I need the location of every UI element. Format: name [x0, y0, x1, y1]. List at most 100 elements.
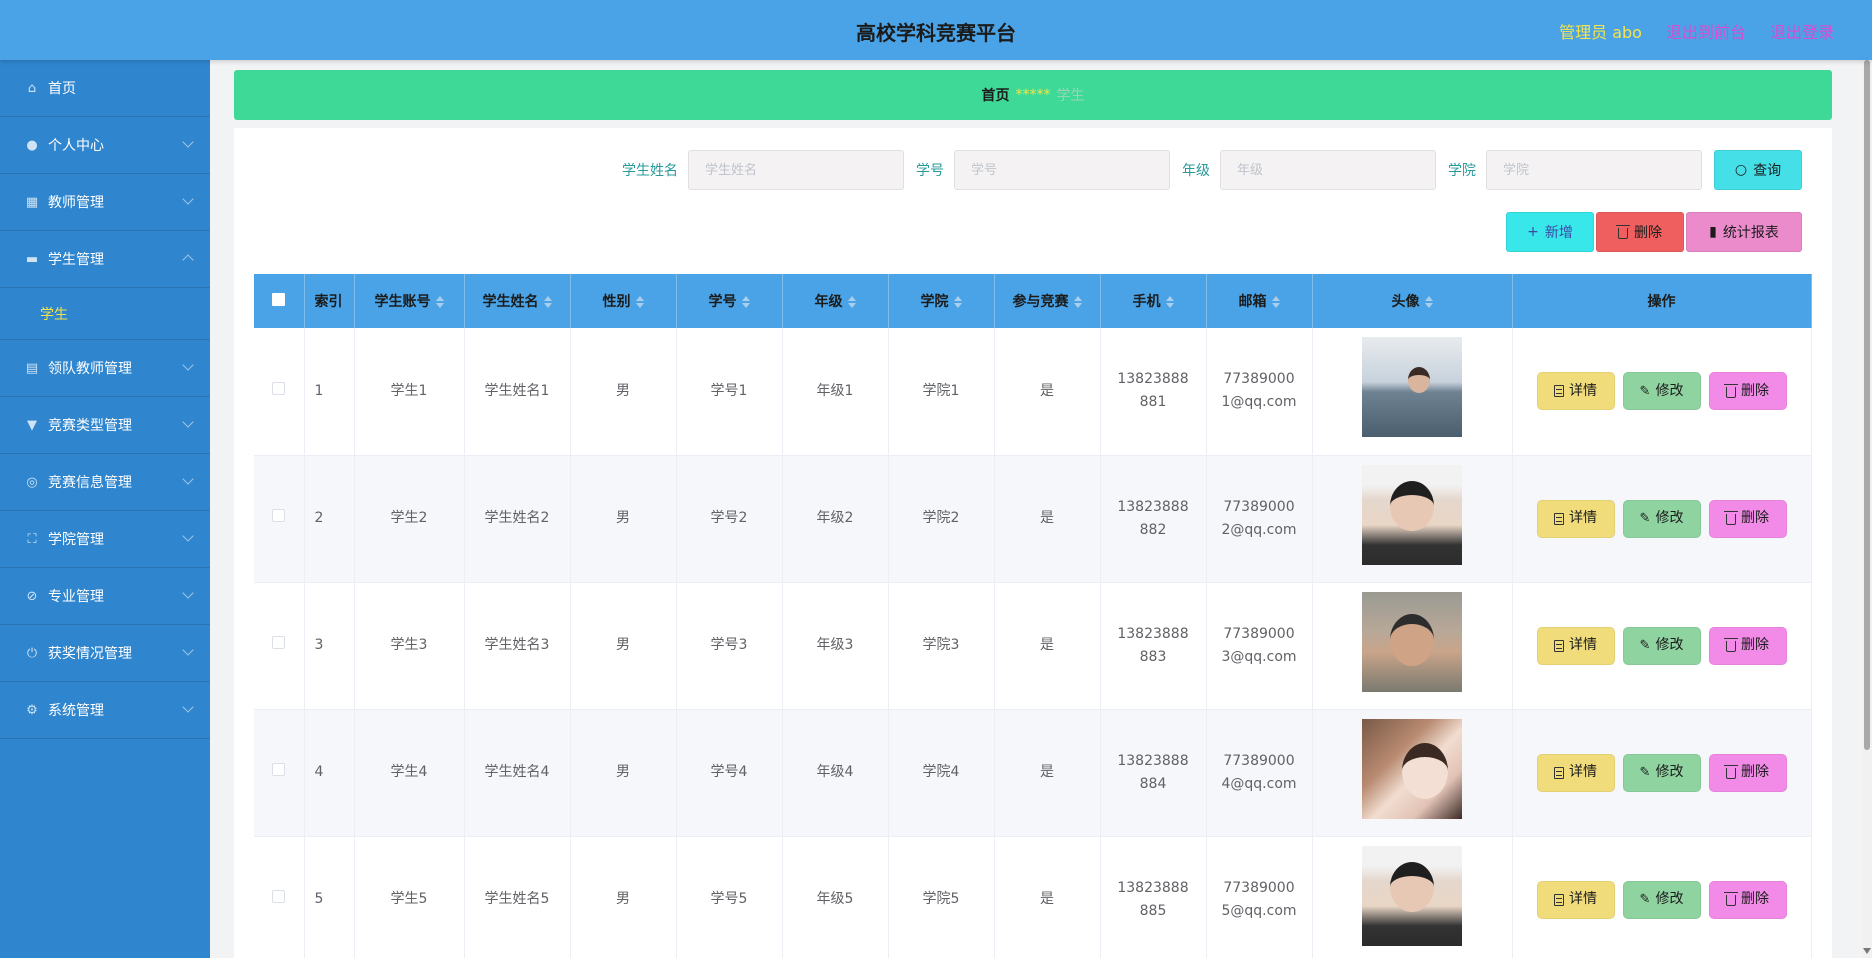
- edit-button[interactable]: ✎ 修改: [1622, 753, 1701, 792]
- cell-number: 学号4: [676, 709, 783, 837]
- sidebar-item-system[interactable]: ⚙ 系统管理: [0, 682, 210, 739]
- sidebar-item-competition-info[interactable]: ◎ 竞赛信息管理: [0, 454, 210, 511]
- sort-icon[interactable]: [635, 296, 644, 308]
- scroll-down-arrow-icon[interactable]: [1863, 948, 1871, 954]
- column-header-label: 性别: [602, 294, 631, 310]
- column-header-name[interactable]: 学生姓名: [464, 274, 571, 328]
- document-icon: [1554, 385, 1564, 398]
- sidebar-item-profile[interactable]: ● 个人中心: [0, 117, 210, 174]
- detail-button[interactable]: 详情: [1536, 372, 1615, 411]
- column-header-label: 学院: [920, 294, 949, 310]
- cell-name: 学生姓名1: [464, 328, 571, 456]
- column-header-phone[interactable]: 手机: [1100, 274, 1207, 328]
- breadcrumb: 首页 ***** 学生: [234, 70, 1832, 120]
- edit-button-label: 修改: [1655, 637, 1684, 653]
- cell-college: 学院2: [888, 455, 995, 583]
- batch-delete-button[interactable]: 删除: [1596, 212, 1684, 252]
- column-header-joined[interactable]: 参与竞赛: [994, 274, 1101, 328]
- column-header-label: 手机: [1132, 294, 1161, 310]
- sidebar-item-label: 首页: [48, 81, 76, 97]
- cell-grade: 年级2: [782, 455, 889, 583]
- detail-button[interactable]: 详情: [1536, 880, 1615, 919]
- column-header-gender[interactable]: 性别: [570, 274, 677, 328]
- delete-button[interactable]: 删除: [1708, 753, 1787, 792]
- avatar-image: [1362, 464, 1462, 565]
- cell-operations: 详情 ✎ 修改 删除: [1512, 328, 1812, 456]
- edit-button[interactable]: ✎ 修改: [1622, 880, 1701, 919]
- sort-icon[interactable]: [741, 296, 750, 308]
- avatar-image: [1362, 718, 1462, 819]
- column-header-email[interactable]: 邮箱: [1206, 274, 1313, 328]
- column-header-grade[interactable]: 年级: [782, 274, 889, 328]
- briefcase-icon: ▬: [25, 251, 39, 267]
- sort-icon[interactable]: [953, 296, 962, 308]
- add-button[interactable]: + 新增: [1506, 212, 1594, 252]
- row-checkbox[interactable]: [272, 381, 286, 395]
- sort-icon[interactable]: [543, 296, 552, 308]
- student-name-input[interactable]: [688, 150, 904, 190]
- delete-button[interactable]: 删除: [1708, 880, 1787, 919]
- student-name-label: 学生姓名: [622, 163, 678, 179]
- query-button[interactable]: ○ 查询: [1714, 150, 1802, 190]
- edit-button-label: 修改: [1655, 382, 1684, 399]
- detail-button-label: 详情: [1569, 510, 1597, 526]
- logout-link[interactable]: 退出登录: [1770, 19, 1834, 43]
- sidebar-item-label: 系统管理: [48, 703, 104, 719]
- statistics-report-button[interactable]: ▮ 统计报表: [1686, 212, 1802, 252]
- sidebar-item-colleges[interactable]: ⛶ 学院管理: [0, 511, 210, 568]
- sort-icon[interactable]: [847, 296, 856, 308]
- sort-icon[interactable]: [1165, 296, 1174, 308]
- cell-index: 2: [304, 455, 355, 583]
- avatar-image: [1362, 845, 1462, 946]
- cell-operations: 详情 ✎ 修改 删除: [1512, 455, 1812, 583]
- sidebar-item-students[interactable]: ▬ 学生管理: [0, 231, 210, 288]
- row-checkbox[interactable]: [272, 890, 286, 903]
- sort-icon[interactable]: [1424, 296, 1433, 308]
- sidebar-item-competition-types[interactable]: ▼ 竞赛类型管理: [0, 397, 210, 454]
- cell-grade: 年级5: [782, 836, 889, 958]
- edit-button[interactable]: ✎ 修改: [1622, 372, 1701, 411]
- sidebar-item-teachers[interactable]: ▦ 教师管理: [0, 174, 210, 231]
- grade-input[interactable]: [1220, 150, 1436, 190]
- breadcrumb-home[interactable]: 首页: [982, 85, 1010, 105]
- cell-phone: 13823888884: [1100, 709, 1207, 837]
- row-checkbox[interactable]: [272, 763, 286, 776]
- sort-icon[interactable]: [435, 296, 444, 308]
- cell-number: 学号1: [676, 328, 783, 456]
- sidebar-item-majors[interactable]: ⊘ 专业管理: [0, 568, 210, 625]
- column-header-college[interactable]: 学院: [888, 274, 995, 328]
- cell-gender: 男: [570, 455, 677, 583]
- sidebar-item-home[interactable]: ⌂ 首页: [0, 60, 210, 117]
- column-header-avatar[interactable]: 头像: [1312, 274, 1513, 328]
- delete-button[interactable]: 删除: [1708, 626, 1787, 665]
- student-number-input[interactable]: [954, 150, 1170, 190]
- back-to-front-link[interactable]: 退出到前台: [1666, 19, 1746, 43]
- cell-avatar: [1312, 455, 1513, 583]
- edit-button[interactable]: ✎ 修改: [1622, 499, 1701, 538]
- detail-button[interactable]: 详情: [1536, 753, 1615, 792]
- sort-icon[interactable]: [1271, 296, 1280, 308]
- scrollbar-thumb[interactable]: [1864, 60, 1870, 750]
- select-all-cell[interactable]: [254, 274, 305, 328]
- delete-button[interactable]: 删除: [1708, 499, 1787, 538]
- row-checkbox[interactable]: [272, 509, 286, 522]
- table-row: 5 学生5 学生姓名5 男 学号5 年级5 学院5 是 13823888885 …: [254, 836, 1812, 958]
- document-icon: [1554, 639, 1564, 652]
- column-header-number[interactable]: 学号: [676, 274, 783, 328]
- chevron-down-icon: [182, 359, 194, 371]
- delete-button[interactable]: 删除: [1708, 372, 1787, 411]
- select-all-checkbox[interactable]: [272, 292, 286, 306]
- college-input[interactable]: [1486, 150, 1702, 190]
- row-checkbox[interactable]: [272, 636, 286, 649]
- sort-icon[interactable]: [1073, 296, 1082, 308]
- sidebar-item-leader-teachers[interactable]: ▤ 领队教师管理: [0, 340, 210, 397]
- chevron-down-icon: [182, 136, 194, 148]
- detail-button[interactable]: 详情: [1536, 499, 1615, 538]
- detail-button[interactable]: 详情: [1536, 626, 1615, 665]
- sidebar-item-awards[interactable]: ⏻ 获奖情况管理: [0, 625, 210, 682]
- page-scrollbar[interactable]: [1862, 60, 1872, 958]
- edit-button[interactable]: ✎ 修改: [1622, 626, 1701, 665]
- cell-name: 学生姓名3: [464, 582, 571, 710]
- sidebar-subitem-students[interactable]: 学生: [0, 288, 210, 340]
- column-header-account[interactable]: 学生账号: [354, 274, 465, 328]
